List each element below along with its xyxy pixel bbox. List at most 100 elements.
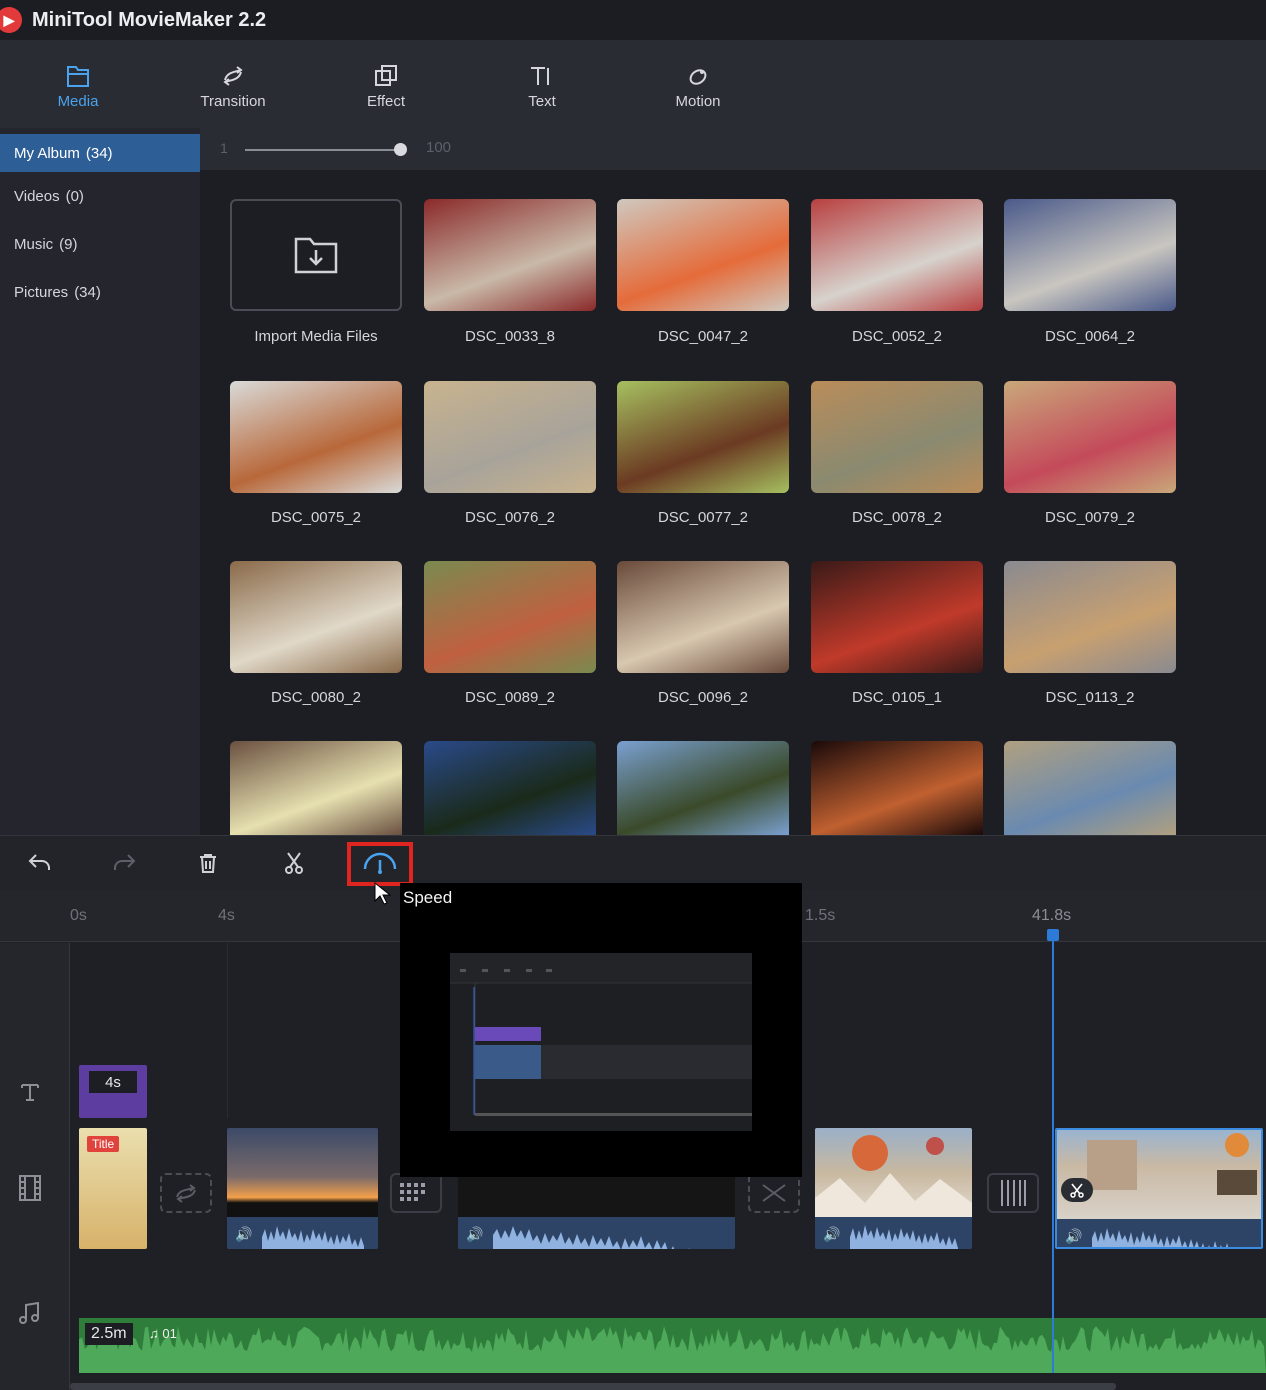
media-thumbnail-label: DSC_0078_2 (851, 509, 943, 526)
zoom-slider-track[interactable] (245, 149, 401, 151)
media-thumbnail[interactable] (811, 199, 983, 311)
speed-tooltip: Speed (400, 883, 802, 1177)
sidebar-item-label: Pictures (14, 283, 69, 301)
tab-transition-label: Transition (200, 92, 266, 110)
import-folder-icon (294, 237, 338, 274)
text-track-icon (15, 1077, 45, 1107)
speedometer-icon (363, 852, 397, 874)
media-thumbnail[interactable] (424, 381, 596, 493)
sidebar-item-my-album[interactable]: My Album (34) (0, 134, 200, 172)
trash-icon (200, 854, 216, 873)
sidebar-item-videos[interactable]: Videos (0) (0, 172, 200, 220)
music-name-text: 01 (162, 1326, 177, 1341)
ruler-tick-41-8s: 41.8s (1032, 907, 1072, 924)
gridline (227, 943, 228, 1118)
media-thumbnail[interactable] (424, 741, 596, 835)
svg-text:🔊: 🔊 (1065, 1227, 1082, 1245)
undo-button[interactable] (24, 848, 56, 878)
tab-motion[interactable]: Motion (658, 40, 738, 128)
title-bar: ▶ MiniTool MovieMaker 2.2 (0, 0, 1266, 40)
tab-transition[interactable]: Transition (183, 40, 283, 128)
main-toolbar: Media Transition Effect Text Motion (0, 40, 1266, 128)
text-clip-duration: 4s (89, 1071, 137, 1093)
timeline-toolbar (0, 835, 1266, 890)
sidebar-item-count: (0) (65, 187, 84, 205)
clip-thumbnail (1057, 1130, 1261, 1219)
sidebar-item-count: (34) (85, 144, 113, 162)
clip-audio-waveform: 🔊 (458, 1217, 735, 1249)
sidebar-item-pictures[interactable]: Pictures (34) (0, 268, 200, 316)
tab-effect[interactable]: Effect (346, 40, 426, 128)
music-clip[interactable]: 2.5m ♫ 01 (79, 1318, 1266, 1373)
media-thumbnail[interactable] (811, 381, 983, 493)
media-thumbnail[interactable] (811, 741, 983, 835)
transition-applied[interactable] (390, 1173, 442, 1213)
playhead-handle[interactable] (1047, 929, 1059, 941)
delete-button[interactable] (192, 848, 224, 878)
speed-tooltip-preview (450, 953, 752, 1131)
tab-effect-label: Effect (366, 92, 406, 110)
speed-button[interactable] (347, 842, 413, 886)
media-thumbnail[interactable] (424, 199, 596, 311)
clip-audio-waveform: 🔊 (815, 1217, 972, 1249)
playhead-line[interactable] (1052, 933, 1054, 1373)
folder-icon (65, 59, 91, 93)
video-clip-sunset-1[interactable]: 🔊 (227, 1128, 378, 1249)
media-thumbnail-label: DSC_0105_1 (851, 689, 943, 706)
import-media-label: Import Media Files (254, 328, 378, 345)
redo-icon (114, 854, 136, 870)
transition-applied[interactable] (987, 1173, 1039, 1213)
sidebar-item-label: My Album (14, 144, 80, 162)
tab-text[interactable]: Text (502, 40, 582, 128)
split-marker-button[interactable] (1061, 1178, 1093, 1202)
media-thumbnail-label: DSC_0096_2 (657, 689, 749, 706)
media-thumbnail[interactable] (1004, 199, 1176, 311)
thumbnail-zoom-bar: 1 100 (200, 128, 1266, 170)
media-thumbnail[interactable] (617, 381, 789, 493)
media-thumbnail[interactable] (230, 381, 402, 493)
timeline-scrollbar[interactable] (70, 1383, 1116, 1390)
redo-button[interactable] (108, 848, 140, 878)
media-thumbnail[interactable] (617, 561, 789, 673)
text-clip[interactable]: 4s (79, 1065, 147, 1118)
ruler-tick-0s: 0s (70, 907, 87, 924)
media-thumbnail-label: DSC_0064_2 (1044, 328, 1136, 345)
clip-thumbnail (815, 1128, 972, 1217)
media-thumbnail-label: DSC_0075_2 (270, 509, 362, 526)
transition-slot[interactable] (748, 1173, 800, 1213)
media-thumbnail[interactable] (617, 741, 789, 835)
transition-slot[interactable] (160, 1173, 212, 1213)
transition-icon (176, 1184, 196, 1203)
media-thumbnail-label: DSC_0113_2 (1045, 689, 1135, 706)
title-clip[interactable]: Title (79, 1128, 147, 1249)
tab-motion-label: Motion (675, 92, 721, 110)
speed-tooltip-label: Speed (403, 888, 453, 907)
video-track-icon (15, 1173, 45, 1203)
media-thumbnail[interactable] (1004, 381, 1176, 493)
zoom-min-label: 1 (220, 140, 228, 156)
text-icon (528, 59, 556, 93)
app-logo: ▶ (0, 7, 22, 33)
tab-media[interactable]: Media (38, 40, 118, 128)
media-thumbnail[interactable] (1004, 741, 1176, 835)
ruler-tick-4s: 4s (218, 907, 235, 924)
sidebar-item-music[interactable]: Music (9) (0, 220, 200, 268)
zoom-max-label: 100 (426, 139, 452, 156)
media-thumbnail[interactable] (617, 199, 789, 311)
video-clip-balloons-2-selected[interactable]: 🔊 (1055, 1128, 1263, 1249)
media-thumbnail[interactable] (1004, 561, 1176, 673)
zoom-slider-handle[interactable] (394, 143, 407, 156)
media-thumbnail[interactable] (424, 561, 596, 673)
media-thumbnail[interactable] (230, 741, 402, 835)
sidebar-item-count: (34) (74, 283, 101, 301)
media-thumbnail[interactable] (811, 561, 983, 673)
split-button[interactable] (278, 848, 310, 878)
media-thumbnail[interactable] (230, 561, 402, 673)
svg-text:🔊: 🔊 (235, 1225, 252, 1243)
scissors-icon (1070, 1183, 1084, 1198)
motion-icon (685, 59, 711, 93)
import-media-button[interactable] (230, 199, 402, 311)
sidebar-item-label: Music (14, 235, 54, 253)
video-clip-balloons-1[interactable]: 🔊 (815, 1128, 972, 1249)
media-thumbnail-label: DSC_0076_2 (464, 509, 556, 526)
